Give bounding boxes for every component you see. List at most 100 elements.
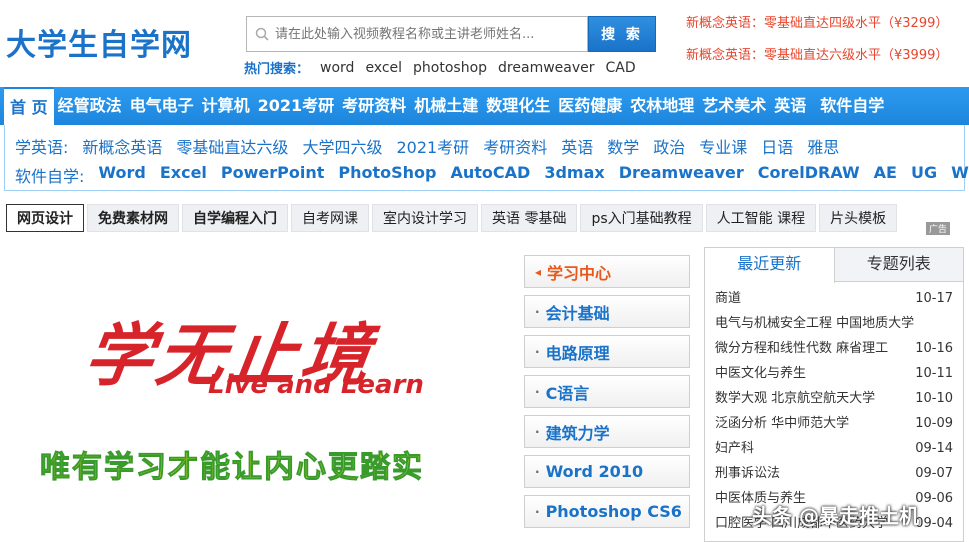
ad-link[interactable]: 自学编程入门 (182, 204, 288, 232)
item-title: 数学大观 北京航空航天大学 (715, 391, 876, 406)
nav-item[interactable]: 2021考研 (254, 87, 339, 125)
sub-nav-link[interactable]: PowerPoint (221, 163, 324, 187)
sub-nav-link[interactable]: WPS (951, 163, 969, 187)
tab-recent-updates[interactable]: 最近更新 (705, 248, 835, 283)
item-title: 微分方程和线性代数 麻省理工 (715, 341, 889, 356)
category-item[interactable]: · 建筑力学 (524, 415, 690, 448)
ad-link[interactable]: 片头模板 (819, 204, 898, 232)
nav-item[interactable]: 农林地理 (626, 87, 698, 125)
search-box (246, 16, 588, 52)
item-date: 10-09 (915, 416, 953, 431)
sub-nav-link[interactable]: UG (911, 163, 937, 187)
hot-keyword-link[interactable]: word (320, 60, 354, 76)
ad-badge: 广告 (926, 222, 951, 235)
nav-item[interactable]: 机械土建 (410, 87, 482, 125)
sub-nav-link[interactable]: 专业课 (699, 134, 747, 158)
sub-nav-row-software: 软件自学: Word Excel PowerPoint PhotoShop Au… (15, 163, 969, 187)
category-label: Word 2010 (545, 462, 644, 481)
panel-tabs: 最近更新 专题列表 (705, 248, 963, 283)
sub-nav-link[interactable]: 大学四六级 (302, 134, 382, 158)
caret-left-icon: ◂ (535, 264, 542, 279)
nav-item[interactable]: 经管政法 (54, 87, 126, 125)
nav-item[interactable]: 艺术美术 (698, 87, 770, 125)
ad-link[interactable]: 自考网课 (291, 204, 369, 232)
ad-link[interactable]: 网页设计 (6, 204, 84, 232)
category-label: Photoshop CS6 (545, 502, 682, 521)
hot-search-label: 热门搜索： (244, 62, 310, 77)
item-date: 10-11 (915, 366, 953, 381)
ad-link[interactable]: ps入门基础教程 (580, 204, 703, 232)
category-item[interactable]: · 电路原理 (524, 335, 690, 368)
sub-nav-link[interactable]: 英语 (561, 134, 593, 158)
sub-nav-link[interactable]: 2021考研 (396, 134, 469, 158)
updates-panel: 最近更新 专题列表 商道 10-17 电气与机械安全工程 中国地质大学 微分方程和… (704, 247, 964, 542)
site-logo[interactable]: 大学生自学网 (6, 20, 192, 64)
category-label: 建筑力学 (545, 423, 610, 443)
item-title: 刑事诉讼法 (715, 466, 781, 481)
bullet-icon: · (535, 504, 540, 519)
promo-link[interactable]: 新概念英语：零基础直达四级水平（¥3299） (686, 12, 948, 31)
category-item[interactable]: · 会计基础 (524, 295, 690, 328)
sub-nav-link[interactable]: 数学 (607, 134, 639, 158)
hot-keyword-link[interactable]: photoshop (413, 60, 487, 76)
sub-nav-row-english: 学英语: 新概念英语 零基础直达六级 大学四六级 2021考研 考研资料 英语 … (15, 134, 839, 158)
nav-item[interactable]: 英语 (770, 87, 810, 125)
sub-nav-label: 学英语: (15, 138, 69, 157)
hot-keyword-link[interactable]: dreamweaver (498, 60, 594, 76)
sub-nav-link[interactable]: 零基础直达六级 (176, 134, 288, 158)
nav-item-home[interactable]: 首 页 (4, 87, 54, 125)
nav-item[interactable]: 计算机 (198, 87, 254, 125)
sub-nav-link[interactable]: AE (874, 163, 897, 187)
search-button[interactable]: 搜 索 (588, 16, 656, 52)
sub-nav-link[interactable]: Word (98, 163, 145, 187)
sub-nav-link[interactable]: Dreamweaver (619, 163, 744, 187)
sub-nav-link[interactable]: AutoCAD (451, 163, 531, 187)
sub-nav-link[interactable]: 政治 (653, 134, 685, 158)
item-date: 09-04 (915, 516, 953, 531)
ad-link[interactable]: 免费素材网 (87, 204, 179, 232)
sub-nav-link[interactable]: Excel (160, 163, 207, 187)
category-item[interactable]: · Photoshop CS6 (524, 495, 690, 528)
nav-item[interactable]: 电气电子 (126, 87, 198, 125)
promo-link[interactable]: 新概念英语：零基础直达六级水平（¥3999） (686, 44, 948, 63)
nav-item[interactable]: 软件自学 (816, 87, 888, 125)
sub-nav-link[interactable]: 雅思 (807, 134, 839, 158)
sub-nav-link[interactable]: 日语 (761, 134, 793, 158)
category-label: 学习中心 (547, 263, 612, 283)
list-item[interactable]: 中医文化与养生 10-11 (715, 361, 953, 386)
item-title: 中医文化与养生 (715, 366, 807, 381)
list-item[interactable]: 刑事诉讼法 09-07 (715, 461, 953, 486)
list-item[interactable]: 商道 10-17 (715, 286, 953, 311)
nav-item[interactable]: 医药健康 (554, 87, 626, 125)
ad-link[interactable]: 英语 零基础 (481, 204, 578, 232)
sub-nav-link[interactable]: 考研资料 (483, 134, 547, 158)
category-label: C语言 (545, 383, 590, 403)
sub-nav-link[interactable]: 新概念英语 (82, 134, 162, 158)
list-item[interactable]: 电气与机械安全工程 中国地质大学 (715, 311, 953, 336)
ad-link-strip: 网页设计 免费素材网 自学编程入门 自考网课 室内设计学习 英语 零基础 ps入… (6, 204, 960, 232)
updates-list: 商道 10-17 电气与机械安全工程 中国地质大学 微分方程和线性代数 麻省理工 1… (705, 282, 963, 536)
nav-item[interactable]: 考研资料 (338, 87, 410, 125)
search-icon (255, 27, 269, 41)
category-item[interactable]: · C语言 (524, 375, 690, 408)
sub-nav-link[interactable]: CorelDRAW (758, 163, 860, 187)
sub-nav-link[interactable]: PhotoShop (338, 163, 436, 187)
list-item[interactable]: 泛函分析 华中师范大学 10-09 (715, 411, 953, 436)
sub-nav-link[interactable]: 3dmax (544, 163, 604, 187)
list-item[interactable]: 妇产科 09-14 (715, 436, 953, 461)
ad-link[interactable]: 室内设计学习 (372, 204, 478, 232)
ad-link[interactable]: 人工智能 课程 (705, 204, 817, 232)
item-date: 09-14 (915, 441, 953, 456)
tab-topics[interactable]: 专题列表 (834, 248, 963, 281)
list-item[interactable]: 数学大观 北京航空航天大学 10-10 (715, 386, 953, 411)
list-item[interactable]: 微分方程和线性代数 麻省理工 10-16 (715, 336, 953, 361)
category-item-active[interactable]: ◂ 学习中心 (524, 255, 690, 288)
sub-nav: 学英语: 新概念英语 零基础直达六级 大学四六级 2021考研 考研资料 英语 … (4, 125, 969, 191)
hot-keyword-link[interactable]: CAD (606, 60, 636, 76)
hot-search: 热门搜索： word excel photoshop dreamweaver C… (244, 58, 636, 78)
category-item[interactable]: · Word 2010 (524, 455, 690, 488)
search-input[interactable] (247, 17, 587, 51)
category-label: 会计基础 (545, 303, 610, 323)
nav-item[interactable]: 数理化生 (482, 87, 554, 125)
hot-keyword-link[interactable]: excel (365, 60, 402, 76)
